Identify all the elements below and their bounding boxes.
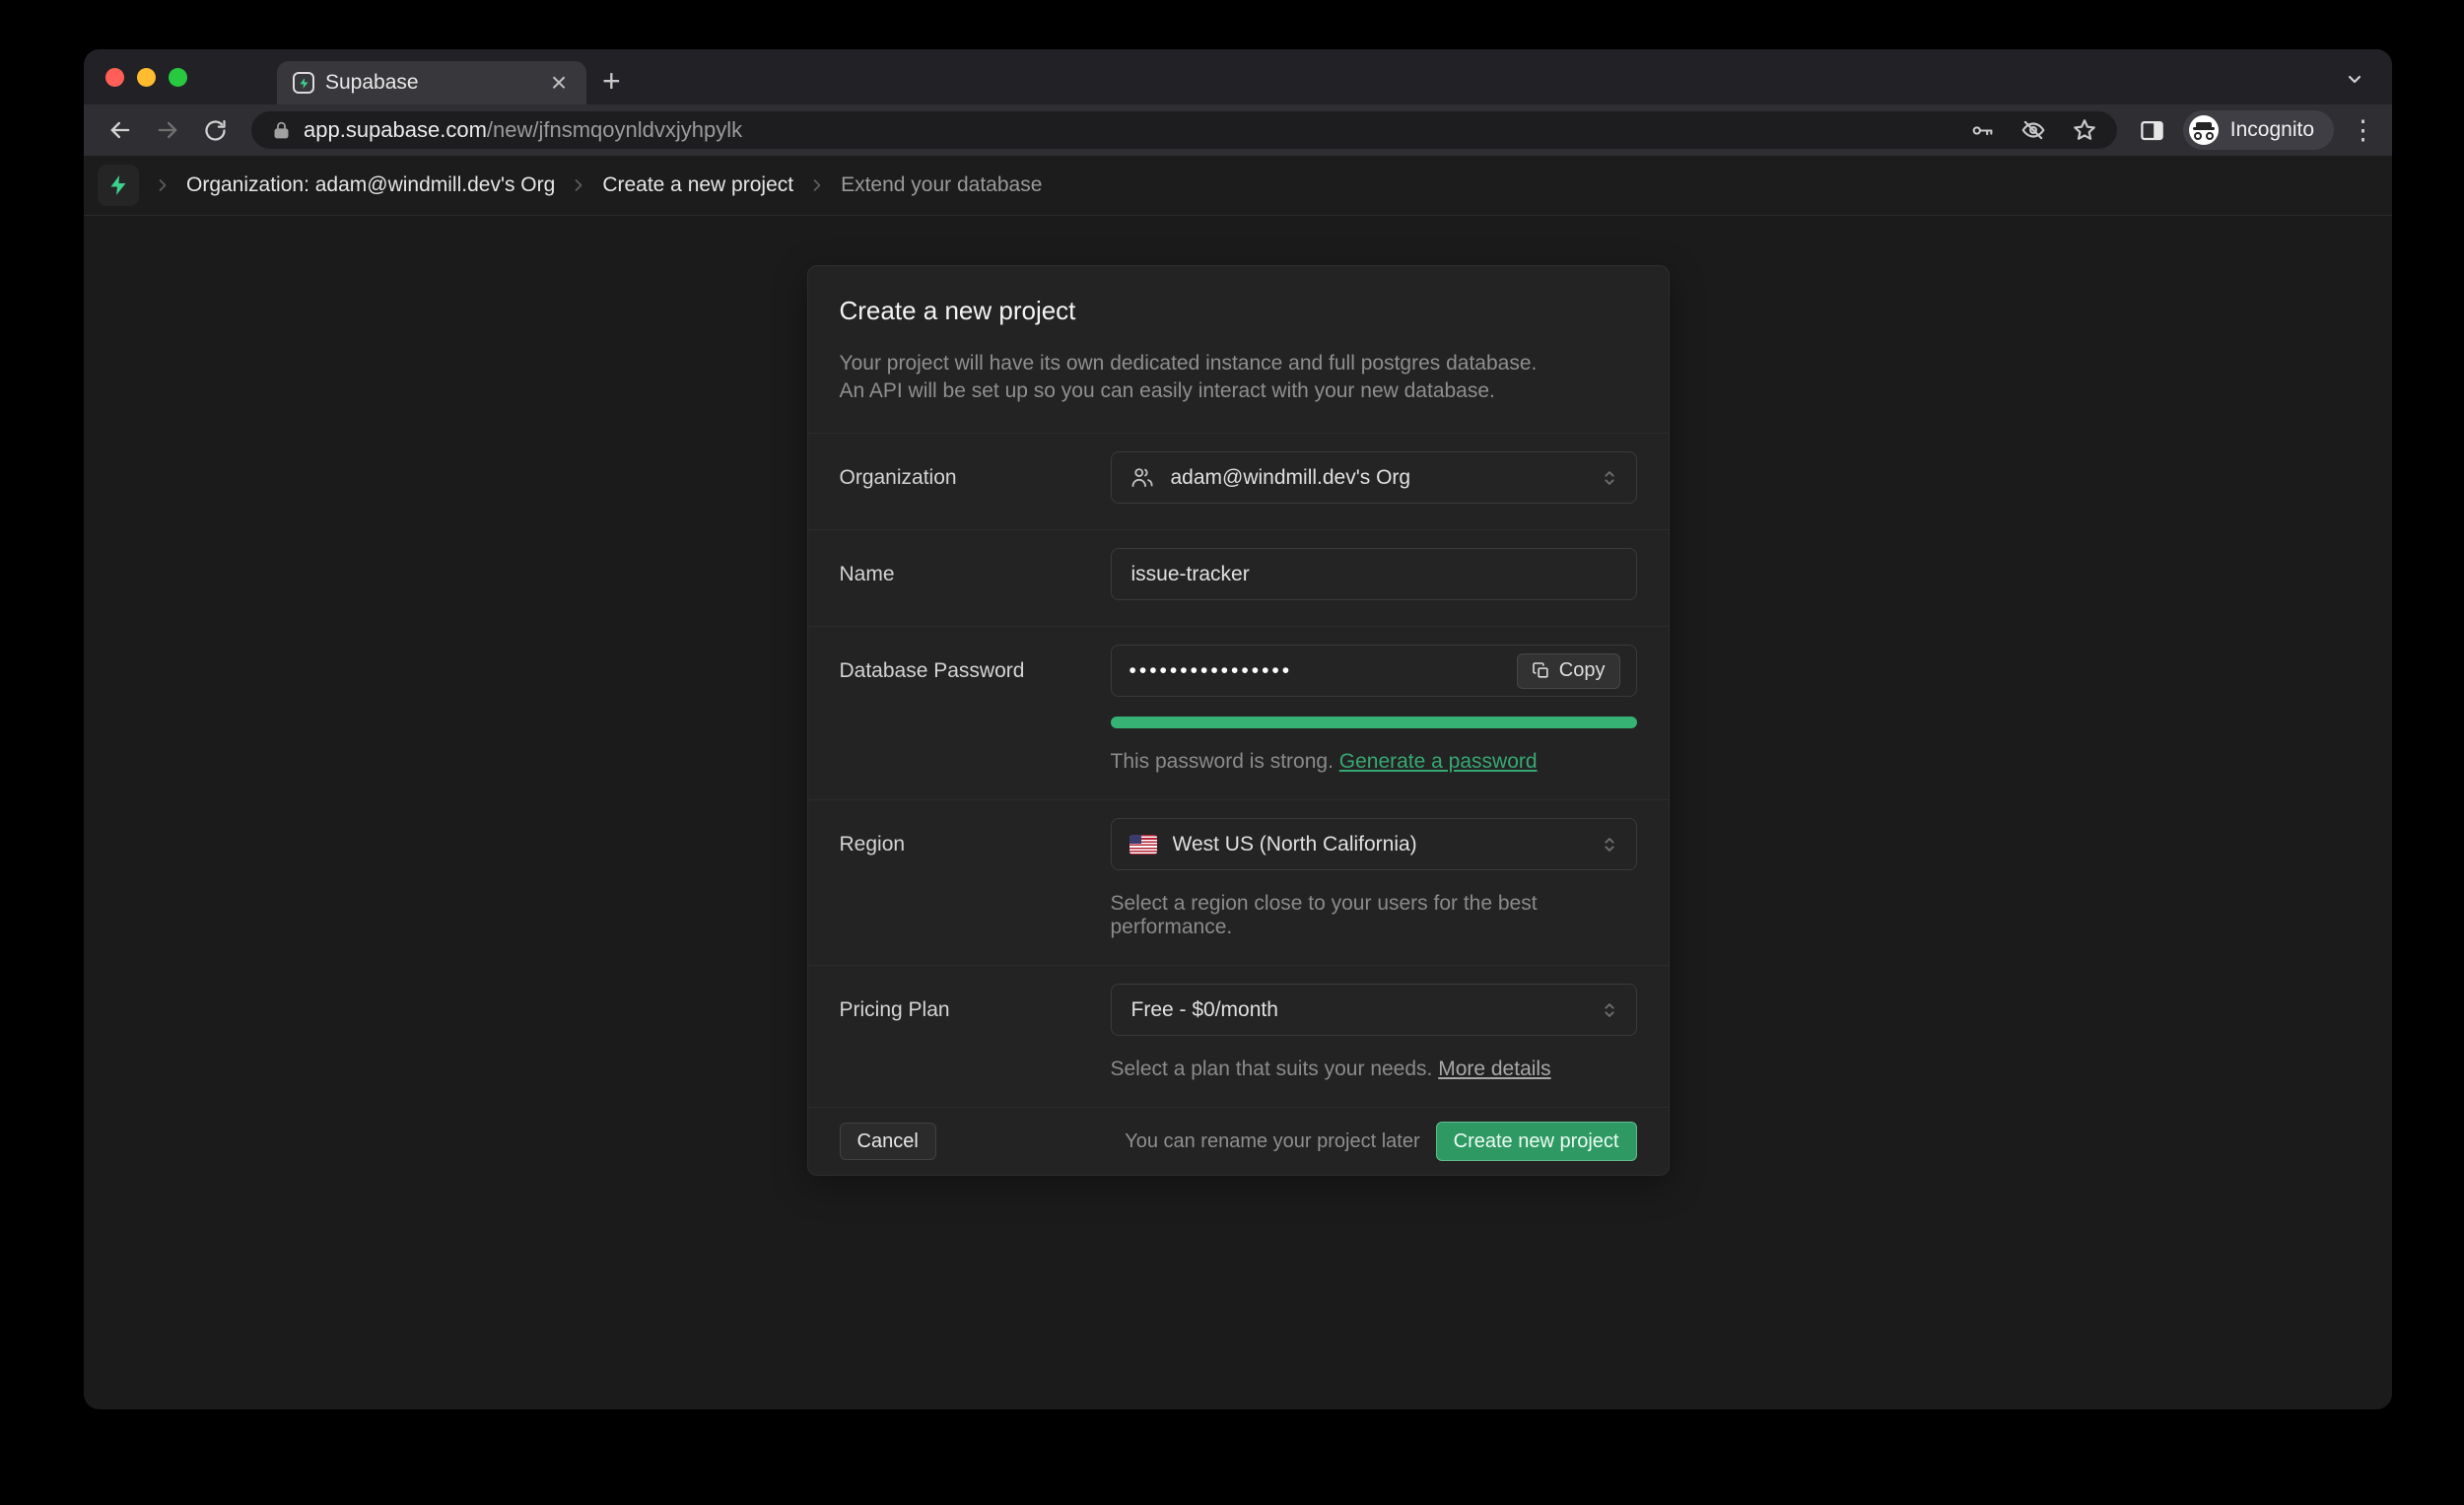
password-row: Database Password •••••••••••••••• Copy …	[808, 626, 1669, 799]
region-select[interactable]: West US (North California)	[1111, 818, 1637, 870]
password-helper: This password is strong. Generate a pass…	[1111, 750, 1637, 774]
cancel-button[interactable]: Cancel	[840, 1123, 936, 1160]
name-input[interactable]: issue-tracker	[1111, 548, 1637, 600]
incognito-badge: Incognito	[2183, 110, 2334, 150]
browser-toolbar: app.supabase.com/new/jfnsmqoynldvxjyhpyl…	[84, 104, 2392, 156]
minimize-window-button[interactable]	[137, 68, 156, 87]
copy-label: Copy	[1559, 659, 1606, 682]
breadcrumb-create-project[interactable]: Create a new project	[602, 173, 793, 197]
region-row: Region West US (North California) Select…	[808, 799, 1669, 965]
plan-value: Free - $0/month	[1131, 998, 1599, 1022]
side-panel-icon[interactable]	[2139, 117, 2165, 144]
chevrons-up-down-icon	[1599, 834, 1620, 855]
name-row: Name issue-tracker	[808, 529, 1669, 626]
forward-icon[interactable]	[151, 113, 184, 147]
bookmark-star-icon[interactable]	[2072, 117, 2097, 143]
new-tab-button[interactable]: +	[602, 65, 621, 97]
plan-label: Pricing Plan	[840, 984, 1111, 1081]
users-icon	[1129, 465, 1155, 491]
breadcrumb: Organization: adam@windmill.dev's Org Cr…	[84, 156, 2392, 216]
breadcrumb-extend-database[interactable]: Extend your database	[841, 173, 1042, 197]
password-strength-bar	[1111, 717, 1637, 728]
url-bar[interactable]: app.supabase.com/new/jfnsmqoynldvxjyhpyl…	[251, 111, 2117, 149]
copy-icon	[1532, 661, 1550, 680]
traffic-lights	[105, 49, 187, 104]
password-label: Database Password	[840, 645, 1111, 774]
tab-close-icon[interactable]: ×	[545, 69, 573, 97]
us-flag-icon	[1129, 835, 1157, 855]
organization-value: adam@windmill.dev's Org	[1171, 466, 1599, 490]
chevron-right-icon	[569, 175, 588, 195]
name-label: Name	[840, 548, 1111, 600]
tab-strip: Supabase × +	[84, 49, 2392, 104]
region-value: West US (North California)	[1173, 833, 1599, 856]
reload-icon[interactable]	[198, 113, 232, 147]
browser-tab-supabase[interactable]: Supabase ×	[277, 61, 586, 104]
plan-select[interactable]: Free - $0/month	[1111, 984, 1637, 1036]
password-field-group: •••••••••••••••• Copy This password is s…	[1111, 645, 1637, 774]
password-input[interactable]: •••••••••••••••• Copy	[1111, 645, 1637, 697]
password-key-icon[interactable]	[1970, 118, 1995, 143]
region-label: Region	[840, 818, 1111, 939]
lock-icon	[271, 120, 292, 141]
organization-row: Organization adam@windmill.dev's Org	[808, 433, 1669, 529]
password-strength-text: This password is strong.	[1111, 750, 1339, 773]
eye-off-icon[interactable]	[2020, 117, 2046, 143]
region-field-group: West US (North California) Select a regi…	[1111, 818, 1637, 939]
incognito-icon	[2189, 115, 2219, 145]
name-value: issue-tracker	[1131, 563, 1620, 586]
card-description: Your project will have its own dedicated…	[840, 350, 1637, 405]
url-path: /new/jfnsmqoynldvxjyhpylk	[487, 117, 742, 142]
back-icon[interactable]	[103, 113, 137, 147]
supabase-favicon-icon	[293, 72, 314, 94]
plan-helper-text: Select a plan that suits your needs.	[1111, 1058, 1439, 1080]
chevrons-up-down-icon	[1599, 467, 1620, 489]
plan-row: Pricing Plan Free - $0/month Select a pl…	[808, 965, 1669, 1107]
organization-select[interactable]: adam@windmill.dev's Org	[1111, 451, 1637, 504]
page-title: Create a new project	[840, 296, 1637, 326]
region-helper: Select a region close to your users for …	[1111, 892, 1637, 939]
create-new-project-button[interactable]: Create new project	[1436, 1122, 1637, 1161]
browser-window: Supabase × + app.supabase.com/new/jfnsmq…	[84, 49, 2392, 1409]
card-description-line2: An API will be set up so you can easily …	[840, 377, 1637, 405]
more-details-link[interactable]: More details	[1438, 1058, 1550, 1080]
tab-search-chevron-icon[interactable]	[2343, 67, 2366, 91]
password-masked-value: ••••••••••••••••	[1129, 659, 1517, 683]
chevrons-up-down-icon	[1599, 999, 1620, 1021]
supabase-logo-icon[interactable]	[98, 165, 139, 206]
card-description-line1: Your project will have its own dedicated…	[840, 350, 1637, 377]
chevron-right-icon	[153, 175, 172, 195]
browser-menu-icon[interactable]: ⋮	[2350, 115, 2376, 146]
url-domain: app.supabase.com	[304, 117, 487, 142]
maximize-window-button[interactable]	[169, 68, 187, 87]
plan-field-group: Free - $0/month Select a plan that suits…	[1111, 984, 1637, 1081]
chevron-right-icon	[807, 175, 827, 195]
url-text: app.supabase.com/new/jfnsmqoynldvxjyhpyl…	[304, 117, 742, 143]
tab-title: Supabase	[325, 71, 545, 95]
card-footer: Cancel You can rename your project later…	[808, 1107, 1669, 1175]
generate-password-link[interactable]: Generate a password	[1339, 750, 1538, 773]
rename-note: You can rename your project later	[1125, 1130, 1419, 1153]
incognito-label: Incognito	[2230, 118, 2314, 142]
close-window-button[interactable]	[105, 68, 124, 87]
copy-password-button[interactable]: Copy	[1517, 653, 1620, 689]
card-header: Create a new project Your project will h…	[808, 266, 1669, 433]
create-project-card: Create a new project Your project will h…	[807, 265, 1670, 1176]
organization-label: Organization	[840, 451, 1111, 504]
breadcrumb-organization[interactable]: Organization: adam@windmill.dev's Org	[186, 173, 555, 197]
plan-helper: Select a plan that suits your needs. Mor…	[1111, 1058, 1637, 1081]
page-content: Create a new project Your project will h…	[84, 216, 2392, 1409]
